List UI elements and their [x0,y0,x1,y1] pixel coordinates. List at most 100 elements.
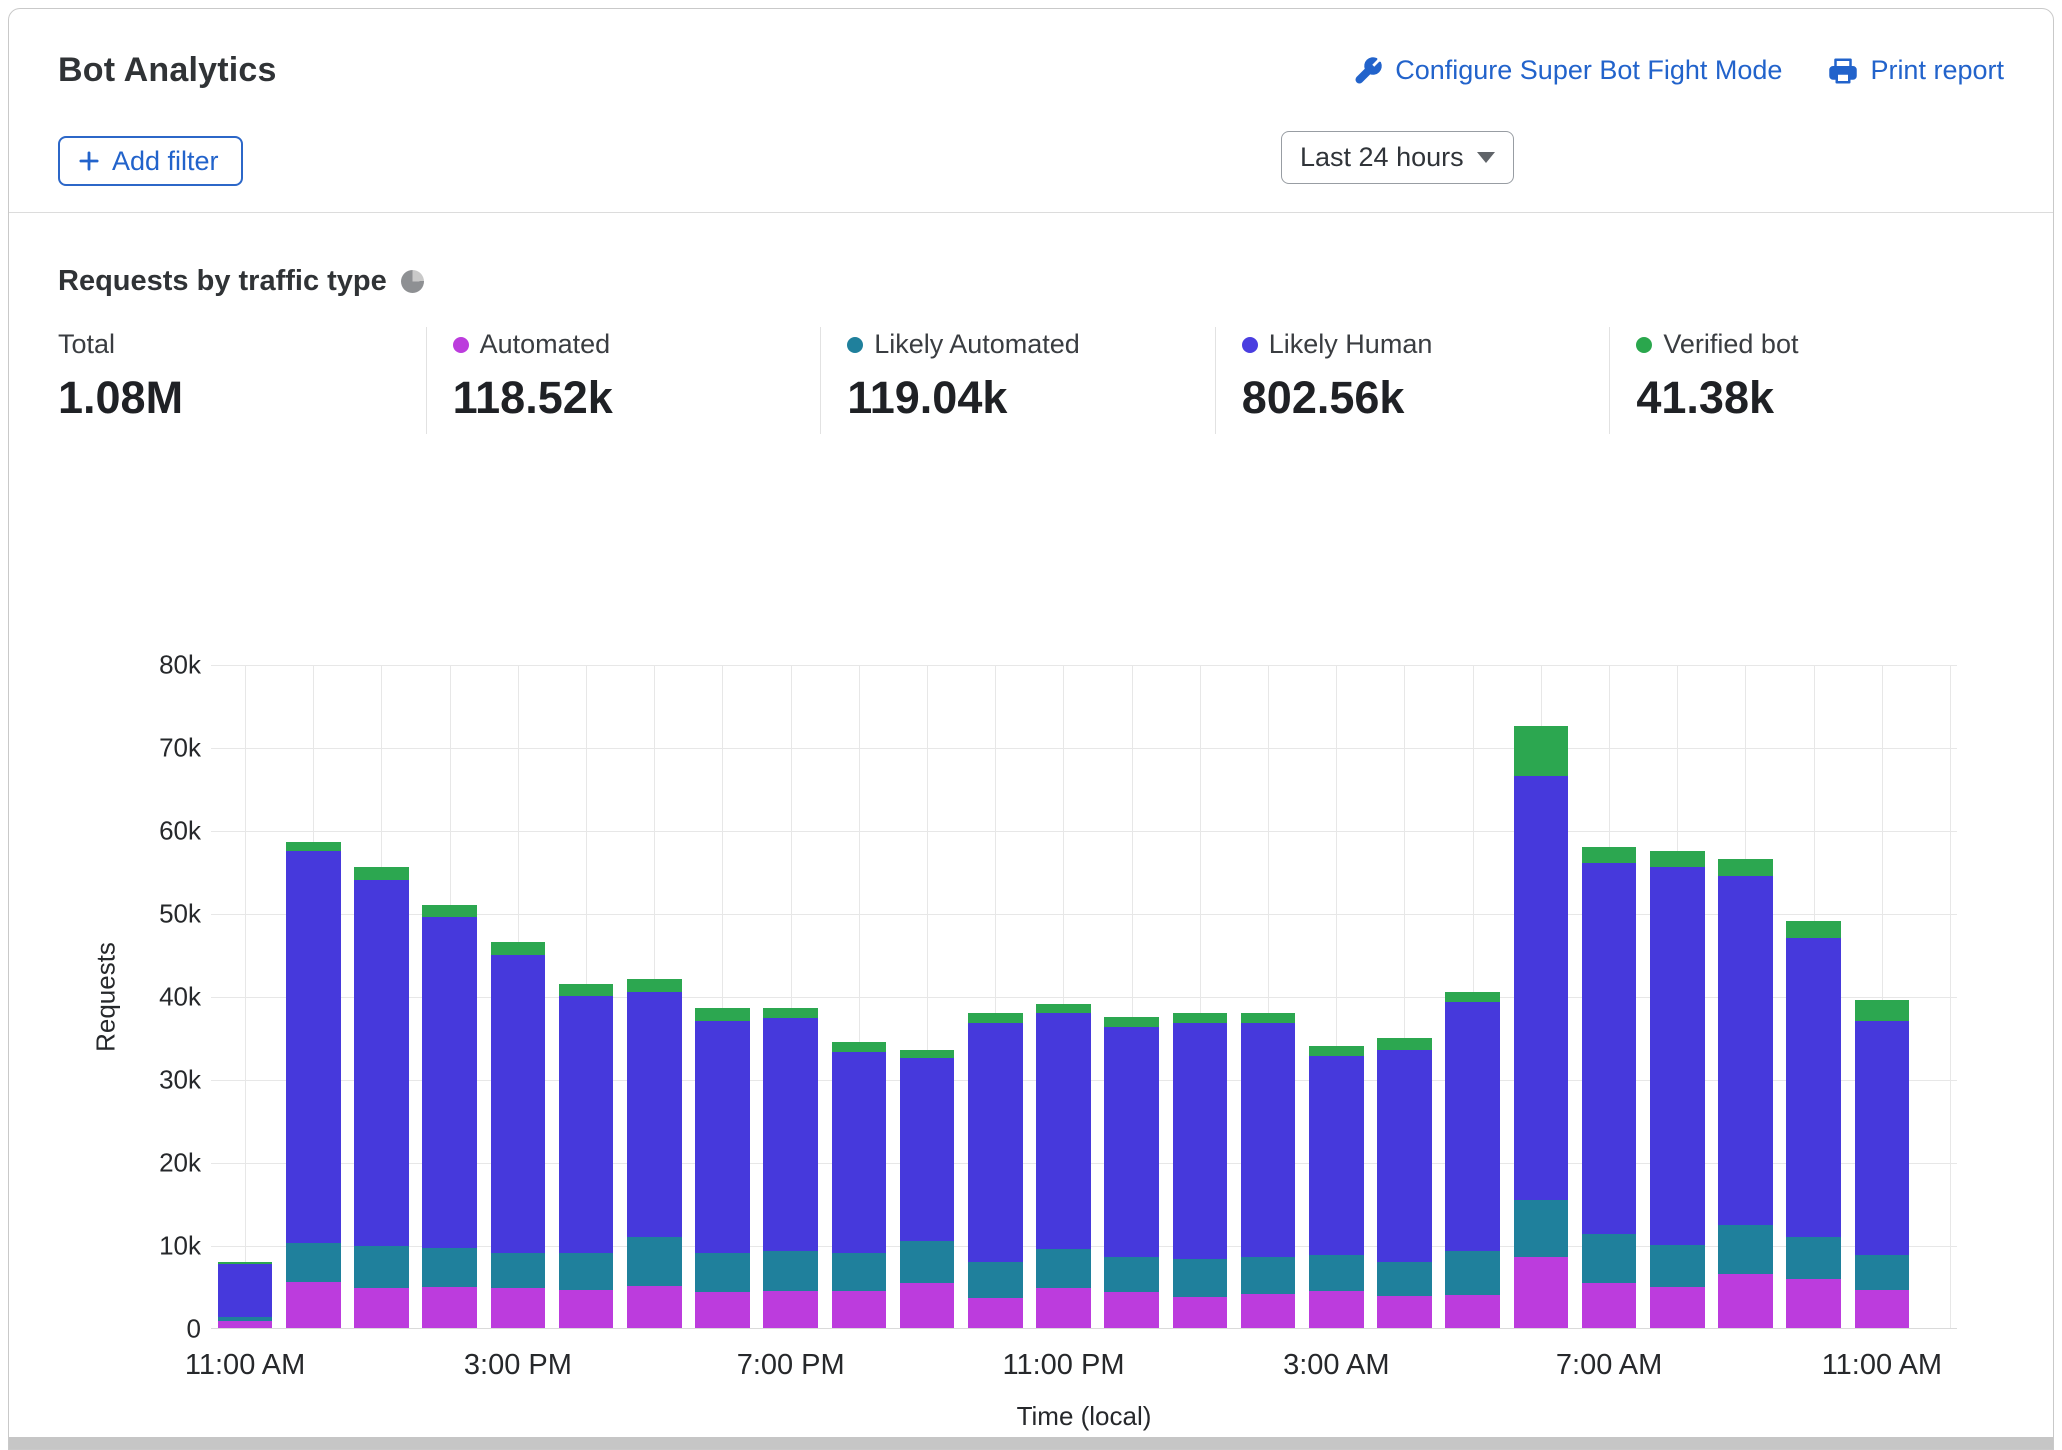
bar-segment-automated [627,1286,682,1328]
print-report-link[interactable]: Print report [1828,55,2004,86]
bar-segment-verified-bot [763,1008,818,1018]
bar-3-00-pm[interactable] [484,665,552,1328]
stat-likely-human-value: 802.56k [1242,372,1610,424]
bar-segment-automated [900,1283,955,1328]
bar-segment-automated [422,1287,477,1328]
x-tick-label: 3:00 PM [464,1349,572,1382]
bar-1-00-am[interactable] [1166,665,1234,1328]
bar-segment-likely-human [968,1023,1023,1262]
bar-segment-likely-human [695,1021,750,1253]
bar-segment-likely-human [1582,863,1637,1234]
bar-8-00-pm[interactable] [825,665,893,1328]
y-tick-label: 70k [159,733,201,764]
bar-segment-likely-automated [1309,1255,1364,1291]
stat-likely-automated-label: Likely Automated [874,329,1080,360]
bar-4-00-pm[interactable] [552,665,620,1328]
bar-6-00-am[interactable] [1507,665,1575,1328]
bar-segment-verified-bot [1514,726,1569,776]
bar-segment-verified-bot [1582,847,1637,864]
bar-segment-likely-human [218,1264,273,1317]
bar-2-00-pm[interactable] [416,665,484,1328]
bar-11-00-am[interactable] [211,665,279,1328]
bar-2-00-am[interactable] [1234,665,1302,1328]
bar-segment-likely-human [491,955,546,1254]
bar-segment-likely-human [1718,876,1773,1225]
bar-segment-verified-bot [1173,1013,1228,1023]
pie-chart-icon[interactable] [401,270,424,293]
print-link-label: Print report [1870,55,2004,86]
bar-segment-likely-automated [286,1243,341,1282]
bar-segment-likely-human [627,992,682,1237]
bar-segment-likely-automated [1173,1259,1228,1297]
bar-3-00-am[interactable] [1302,665,1370,1328]
bar-segment-verified-bot [422,905,477,917]
bar-5-00-am[interactable] [1439,665,1507,1328]
chevron-down-icon [1477,152,1495,163]
wrench-icon [1353,56,1383,86]
configure-link-label: Configure Super Bot Fight Mode [1395,55,1782,86]
bar-1-00-pm[interactable] [347,665,415,1328]
bar-12-00-am[interactable] [1098,665,1166,1328]
bar-segment-automated [218,1321,273,1328]
bar-segment-likely-human [900,1058,955,1241]
bar-segment-likely-automated [1104,1257,1159,1292]
bar-10-00-am[interactable] [1780,665,1848,1328]
bar-segment-likely-automated [900,1241,955,1283]
bar-segment-likely-automated [559,1253,614,1290]
y-axis-ticks: 010k20k30k40k50k60k70k80k [119,665,201,1329]
add-filter-button[interactable]: Add filter [58,136,243,186]
y-tick-label: 40k [159,982,201,1013]
bar-segment-likely-human [286,851,341,1244]
bar-8-00-am[interactable] [1643,665,1711,1328]
bar-segment-automated [1855,1290,1910,1328]
bar-9-00-pm[interactable] [893,665,961,1328]
x-tick-label: 11:00 PM [1003,1349,1125,1382]
bar-5-00-pm[interactable] [620,665,688,1328]
bar-segment-automated [559,1290,614,1328]
x-tick-label: 11:00 AM [1822,1349,1942,1382]
y-tick-label: 80k [159,650,201,681]
stat-total-label: Total [58,329,115,360]
bar-segment-automated [1650,1287,1705,1328]
bar-12-00-pm[interactable] [279,665,347,1328]
stat-likely-human: Likely Human 802.56k [1215,327,1610,434]
y-tick-label: 60k [159,816,201,847]
stat-likely-automated-value: 119.04k [847,372,1215,424]
time-range-select[interactable]: Last 24 hours [1281,131,1514,184]
bar-10-00-pm[interactable] [961,665,1029,1328]
header-links: Configure Super Bot Fight Mode Print rep… [1353,55,2004,86]
stat-likely-human-label: Likely Human [1269,329,1433,360]
stats-row: Total 1.08M Automated 118.52k Likely Aut… [58,327,2004,434]
x-tick-label: 7:00 AM [1556,1349,1662,1382]
bar-segment-automated [286,1282,341,1328]
bar-7-00-pm[interactable] [757,665,825,1328]
bar-segment-automated [1241,1294,1296,1328]
bar-9-00-am[interactable] [1711,665,1779,1328]
bar-4-00-am[interactable] [1370,665,1438,1328]
stat-verified-bot-value: 41.38k [1636,372,2004,424]
bar-segment-likely-human [763,1018,818,1250]
bar-segment-automated [354,1288,409,1328]
bar-segment-likely-automated [1377,1262,1432,1296]
stat-total: Total 1.08M [58,327,426,434]
bar-segment-automated [1514,1257,1569,1328]
bar-segment-likely-automated [354,1246,409,1288]
bar-7-00-am[interactable] [1575,665,1643,1328]
bot-analytics-card: Bot Analytics Configure Super Bot Fight … [8,8,2054,1450]
bar-6-00-pm[interactable] [688,665,756,1328]
bar-11-00-pm[interactable] [1029,665,1097,1328]
configure-super-bot-fight-mode-link[interactable]: Configure Super Bot Fight Mode [1353,55,1782,86]
bar-segment-likely-automated [1855,1255,1910,1290]
verified-bot-legend-dot [1636,337,1652,353]
stat-automated-label: Automated [480,329,611,360]
bar-11-00-am[interactable] [1848,665,1916,1328]
stat-total-value: 1.08M [58,372,426,424]
header-divider [9,212,2053,213]
bar-segment-automated [1786,1279,1841,1328]
bar-segment-likely-human [1786,938,1841,1237]
x-tick-label: 11:00 AM [185,1349,305,1382]
bar-segment-likely-human [559,996,614,1253]
bar-segment-likely-automated [1650,1245,1705,1287]
bar-segment-likely-automated [968,1262,1023,1299]
bar-segment-automated [1445,1295,1500,1328]
